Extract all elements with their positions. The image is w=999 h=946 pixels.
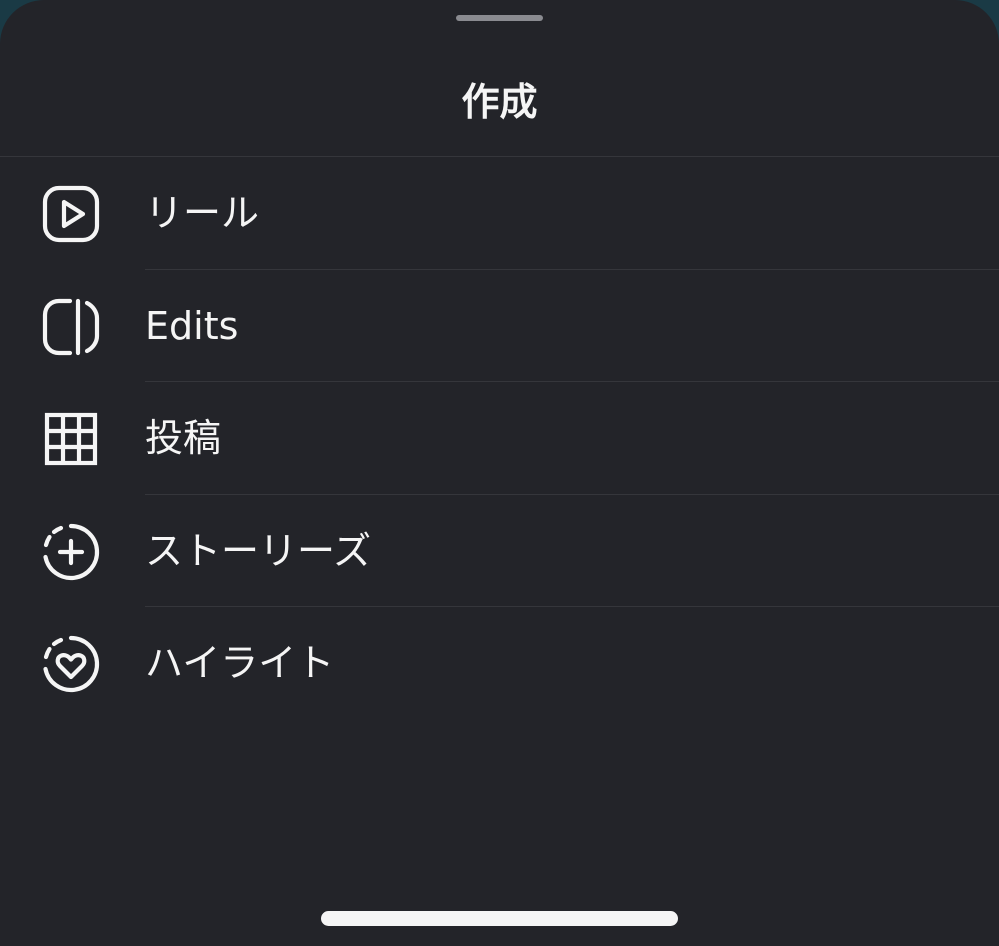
sheet-title: 作成 [461, 80, 538, 124]
home-indicator[interactable] [321, 911, 678, 926]
menu-item-label: Edits [145, 303, 239, 348]
sheet-grabber[interactable] [456, 15, 543, 21]
menu-item-label: 投稿 [145, 416, 222, 460]
menu-item-post[interactable]: 投稿 [0, 382, 999, 495]
menu-item-label: リール [145, 191, 260, 235]
menu-item-highlights[interactable]: ハイライト [0, 607, 999, 720]
post-grid-icon [40, 408, 102, 470]
menu-item-stories[interactable]: ストーリーズ [0, 495, 999, 607]
reels-icon [40, 183, 102, 245]
create-menu: リール Edits 投稿 ストーリーズ ハイライト [0, 157, 999, 720]
create-bottom-sheet: 作成 リール Edits 投稿 ストーリーズ ハイライト [0, 0, 999, 946]
menu-item-label: ハイライト [145, 641, 335, 685]
story-add-icon [40, 521, 102, 583]
menu-item-edits[interactable]: Edits [0, 270, 999, 382]
menu-item-label: ストーリーズ [145, 528, 372, 573]
menu-item-reels[interactable]: リール [0, 157, 999, 270]
edits-icon [40, 296, 102, 358]
highlight-heart-icon [40, 633, 102, 695]
